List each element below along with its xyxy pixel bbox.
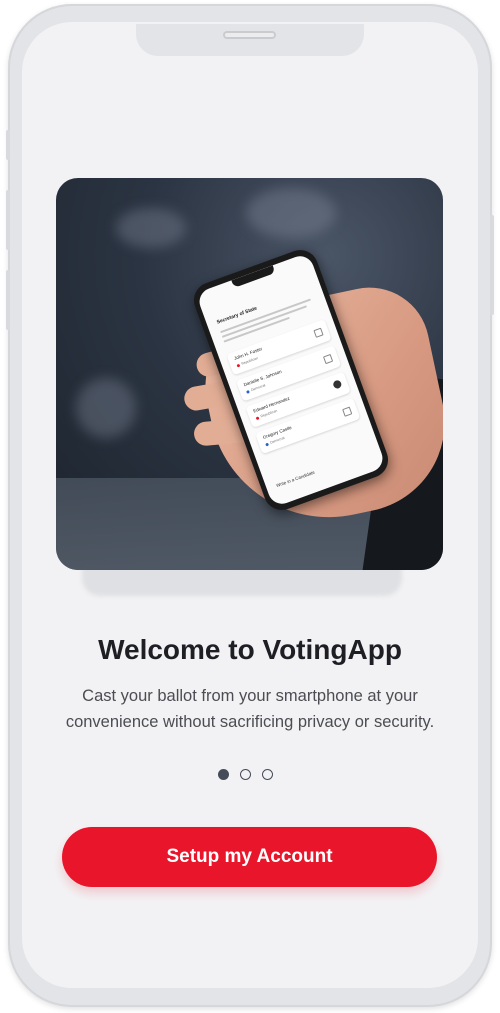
phone-notch	[136, 24, 364, 56]
phone-side-button	[6, 190, 10, 250]
page-title: Welcome to VotingApp	[98, 634, 402, 665]
pagination-dot-1[interactable]	[218, 769, 229, 780]
page-subtitle: Cast your ballot from your smartphone at…	[65, 687, 435, 731]
pagination-dots	[218, 769, 273, 780]
pagination-dot-3[interactable]	[262, 769, 273, 780]
pagination-dot-2[interactable]	[240, 769, 251, 780]
speaker-grille	[223, 31, 276, 39]
mockup-section-title: Secretary of State	[215, 305, 258, 326]
hero-image: Secretary of State John H. Foster Republ…	[56, 178, 443, 570]
phone-side-button	[490, 215, 494, 315]
phone-side-button	[6, 270, 10, 330]
phone-side-button	[6, 130, 10, 160]
check-icon	[332, 379, 343, 390]
setup-account-button[interactable]: Setup my Account	[62, 827, 437, 887]
mockup-write-in: Write in a Candidate	[275, 469, 316, 489]
